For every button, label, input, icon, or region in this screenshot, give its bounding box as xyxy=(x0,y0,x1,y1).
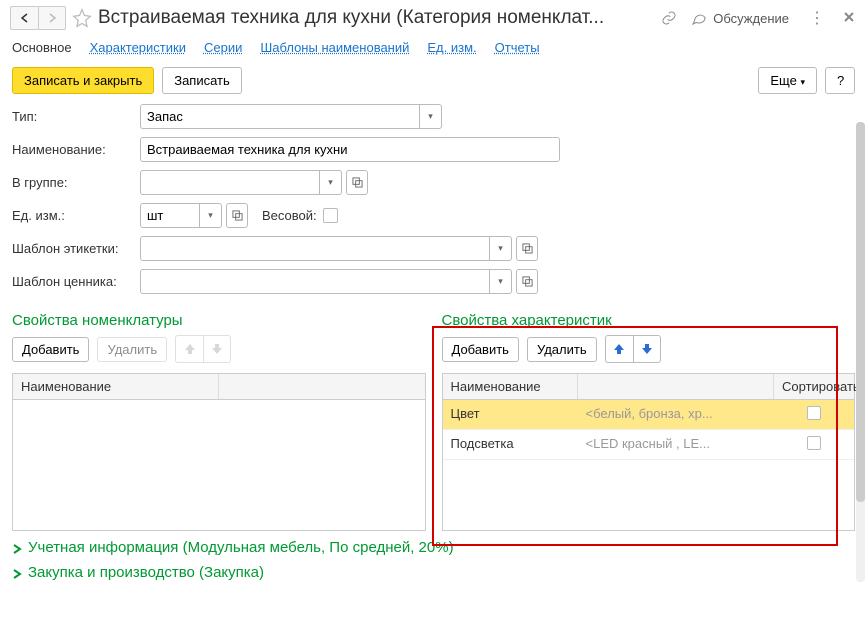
group-open-button[interactable] xyxy=(346,170,368,195)
label-tpl-label: Шаблон этикетки: xyxy=(12,241,140,256)
characteristic-grid[interactable]: Наименование Сортировать Цвет <белый, бр… xyxy=(442,373,856,531)
name-label: Наименование: xyxy=(12,142,140,157)
label-tpl-open-button[interactable] xyxy=(516,236,538,261)
expander-purchase[interactable]: Закупка и производство (Закупка) xyxy=(12,564,855,581)
nom-move-down-button xyxy=(203,335,231,363)
char-row-sort-checkbox[interactable] xyxy=(807,436,821,450)
group-label: В группе: xyxy=(12,175,140,190)
char-col-blank xyxy=(578,374,775,399)
favorite-star-icon[interactable] xyxy=(72,8,92,28)
char-delete-button[interactable]: Удалить xyxy=(527,337,597,362)
group-input[interactable] xyxy=(140,170,320,195)
char-row-sort-checkbox[interactable] xyxy=(807,406,821,420)
tab-series[interactable]: Серии xyxy=(204,40,242,55)
group-dropdown-button[interactable]: ▾ xyxy=(320,170,342,195)
price-tpl-input[interactable] xyxy=(140,269,490,294)
label-tpl-dropdown-button[interactable]: ▾ xyxy=(490,236,512,261)
nom-move-up-button xyxy=(175,335,203,363)
type-input[interactable] xyxy=(140,104,420,129)
char-row-hint: <LED красный , LE... xyxy=(578,430,775,459)
more-menu-icon[interactable]: ⋮ xyxy=(805,8,829,28)
tab-reports[interactable]: Отчеты xyxy=(495,40,540,55)
nom-delete-button: Удалить xyxy=(97,337,167,362)
expander-purchase-label: Закупка и производство (Закупка) xyxy=(28,564,264,581)
nav-back-button[interactable] xyxy=(10,6,38,30)
tab-units[interactable]: Ед. изм. xyxy=(427,40,476,55)
discuss-icon[interactable] xyxy=(691,10,707,26)
tab-characteristics[interactable]: Характеристики xyxy=(90,40,186,55)
nomenclature-props-title: Свойства номенклатуры xyxy=(12,312,426,329)
price-tpl-label: Шаблон ценника: xyxy=(12,274,140,289)
more-button-label: Еще xyxy=(770,73,796,88)
char-move-down-button[interactable] xyxy=(633,335,661,363)
name-input[interactable] xyxy=(140,137,560,162)
nom-add-button[interactable]: Добавить xyxy=(12,337,89,362)
scrollbar-thumb[interactable] xyxy=(856,122,865,502)
discuss-link[interactable]: Обсуждение xyxy=(713,11,789,26)
characteristic-props-title: Свойства характеристик xyxy=(442,312,856,329)
nav-forward-button[interactable] xyxy=(38,6,66,30)
char-col-name: Наименование xyxy=(443,374,578,399)
nomenclature-grid[interactable]: Наименование xyxy=(12,373,426,531)
expander-accounting-label: Учетная информация (Модульная мебель, По… xyxy=(28,539,454,556)
type-dropdown-button[interactable]: ▾ xyxy=(420,104,442,129)
unit-open-button[interactable] xyxy=(226,203,248,228)
more-button[interactable]: Еще ▾ xyxy=(758,67,817,94)
nom-col-name: Наименование xyxy=(13,374,219,399)
char-row-hint: <белый, бронза, хр... xyxy=(578,400,775,429)
nom-col-blank xyxy=(219,374,424,399)
unit-dropdown-button[interactable]: ▾ xyxy=(200,203,222,228)
price-tpl-dropdown-button[interactable]: ▾ xyxy=(490,269,512,294)
tab-main[interactable]: Основное xyxy=(12,40,72,55)
label-tpl-input[interactable] xyxy=(140,236,490,261)
unit-input[interactable] xyxy=(140,203,200,228)
unit-label: Ед. изм.: xyxy=(12,208,140,223)
expander-accounting[interactable]: Учетная информация (Модульная мебель, По… xyxy=(12,539,855,556)
char-row-name: Подсветка xyxy=(443,430,578,459)
weight-checkbox[interactable] xyxy=(323,208,338,223)
char-row[interactable]: Подсветка <LED красный , LE... xyxy=(443,430,855,460)
page-title: Встраиваемая техника для кухни (Категори… xyxy=(98,7,655,29)
char-move-up-button[interactable] xyxy=(605,335,633,363)
tab-naming-templates[interactable]: Шаблоны наименований xyxy=(260,40,409,55)
char-row-name: Цвет xyxy=(443,400,578,429)
char-row[interactable]: Цвет <белый, бронза, хр... xyxy=(443,400,855,430)
save-close-button[interactable]: Записать и закрыть xyxy=(12,67,154,94)
type-label: Тип: xyxy=(12,109,140,124)
save-button[interactable]: Записать xyxy=(162,67,242,94)
char-col-sort: Сортировать xyxy=(774,374,854,399)
char-add-button[interactable]: Добавить xyxy=(442,337,519,362)
close-button[interactable] xyxy=(841,9,857,28)
help-button[interactable]: ? xyxy=(825,67,855,94)
link-icon[interactable] xyxy=(661,10,677,26)
weight-label: Весовой: xyxy=(262,208,317,223)
price-tpl-open-button[interactable] xyxy=(516,269,538,294)
vertical-scrollbar[interactable] xyxy=(856,122,865,582)
